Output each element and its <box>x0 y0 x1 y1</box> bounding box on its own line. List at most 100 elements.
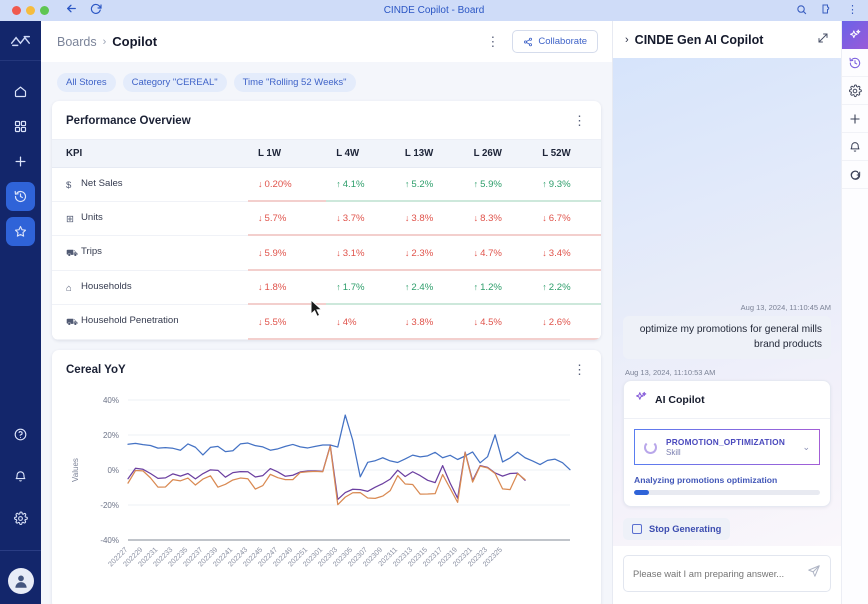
kpi-label: Net Sales <box>81 178 123 189</box>
arrow-down-icon: ↓ <box>542 317 547 327</box>
back-arrow-icon[interactable] <box>65 2 78 20</box>
search-icon[interactable] <box>796 2 807 20</box>
kpi-value: 3.8% <box>411 213 433 224</box>
chat-input-row[interactable] <box>623 555 831 592</box>
filter-chip-stores[interactable]: All Stores <box>57 73 116 92</box>
column-header-l52w: L 52W <box>532 140 601 168</box>
kpi-value-cell: ↓3.7% <box>326 202 395 236</box>
sidebar-item-home[interactable] <box>6 77 35 106</box>
kpi-label-cell: ⛟Household Penetration <box>52 305 248 340</box>
board-options-kebab[interactable]: ⋮ <box>486 34 500 50</box>
kpi-value: 2.3% <box>411 248 433 259</box>
extension-icon[interactable] <box>821 2 833 20</box>
right-icon-rail <box>841 21 868 604</box>
reload-icon[interactable] <box>90 2 102 20</box>
rail-item-notifications[interactable] <box>842 133 868 161</box>
kebab-menu-icon[interactable]: ⋮ <box>847 5 858 16</box>
app-logo[interactable] <box>0 21 41 61</box>
kpi-value: 2.2% <box>549 282 571 293</box>
arrow-up-icon: ↑ <box>336 179 341 189</box>
rail-item-chat[interactable] <box>842 161 868 189</box>
bell-icon <box>848 140 862 154</box>
kpi-value: 9.3% <box>549 179 571 190</box>
arrow-up-icon: ↑ <box>336 282 341 292</box>
kpi-value-cell: ↑5.9% <box>464 168 533 202</box>
sidebar-item-apps[interactable] <box>6 112 35 141</box>
minimize-window-button[interactable] <box>26 6 35 15</box>
sidebar-item-favorites[interactable] <box>6 217 35 246</box>
kpi-value: 5.9% <box>265 248 287 259</box>
rail-item-history[interactable] <box>842 49 868 77</box>
chevron-down-icon[interactable]: ⌄ <box>802 442 810 453</box>
chat-input[interactable] <box>633 568 801 579</box>
skill-selector[interactable]: PROMOTION_OPTIMIZATION Skill ⌄ <box>634 429 820 465</box>
table-row: ⛟Trips↓5.9%↓3.1%↓2.3%↓4.7%↓3.4% <box>52 236 601 271</box>
rail-item-ai-copilot[interactable] <box>842 21 868 49</box>
performance-overview-kebab[interactable]: ⋮ <box>573 113 587 129</box>
sidebar-divider <box>0 550 41 551</box>
arrow-up-icon: ↑ <box>542 282 547 292</box>
kpi-value: 4% <box>343 317 357 328</box>
collaborate-label: Collaborate <box>538 36 587 47</box>
y-axis-tick-label: 40% <box>103 396 119 405</box>
left-sidebar <box>0 21 41 604</box>
arrow-down-icon: ↓ <box>258 282 263 292</box>
kpi-value-cell: ↓2.3% <box>395 236 464 271</box>
cereal-yoy-kebab[interactable]: ⋮ <box>573 362 587 378</box>
sidebar-item-history[interactable] <box>6 182 35 211</box>
maximize-window-button[interactable] <box>40 6 49 15</box>
kpi-value-cell: ↓2.6% <box>532 305 601 340</box>
cereal-yoy-chart: 40%20%0%-20%-40%Values202227202229202231… <box>52 388 601 604</box>
y-axis-title: Values <box>71 458 80 482</box>
kpi-label-cell: ⊞Units <box>52 202 248 236</box>
arrow-down-icon: ↓ <box>405 317 410 327</box>
window-traffic-lights <box>12 6 49 15</box>
stop-generating-button[interactable]: Stop Generating <box>623 518 730 540</box>
close-window-button[interactable] <box>12 6 21 15</box>
column-header-l26w: L 26W <box>464 140 533 168</box>
expand-icon[interactable] <box>817 31 829 49</box>
sidebar-item-settings[interactable] <box>6 504 35 533</box>
performance-table: KPI L 1W L 4W L 13W L 26W L 52W $Net Sal… <box>52 139 601 340</box>
kpi-value: 5.2% <box>411 179 433 190</box>
performance-overview-card: Performance Overview ⋮ KPI L 1W L 4W L 1… <box>52 101 601 340</box>
arrow-down-icon: ↓ <box>474 248 479 258</box>
avatar[interactable] <box>8 568 34 594</box>
user-message-timestamp: Aug 13, 2024, 11:10:45 AM <box>623 303 831 312</box>
cart-icon: ⛟ <box>66 248 81 260</box>
filter-chip-bar: All Stores Category "CEREAL" Time "Rolli… <box>41 62 612 101</box>
arrow-down-icon: ↓ <box>336 248 341 258</box>
arrow-down-icon: ↓ <box>258 213 263 223</box>
arrow-down-icon: ↓ <box>542 213 547 223</box>
arrow-down-icon: ↓ <box>542 248 547 258</box>
kpi-value: 3.8% <box>411 317 433 328</box>
grid-icon <box>13 119 28 134</box>
breadcrumb-parent[interactable]: Boards <box>57 35 97 49</box>
history-icon <box>848 56 862 70</box>
sidebar-item-add[interactable] <box>6 147 35 176</box>
arrow-down-icon: ↓ <box>474 213 479 223</box>
history-icon <box>13 189 28 204</box>
chevron-right-icon[interactable]: › <box>625 34 629 46</box>
filter-chip-time[interactable]: Time "Rolling 52 Weeks" <box>234 73 356 92</box>
kpi-value: 1.7% <box>343 282 365 293</box>
kpi-value: 1.2% <box>480 282 502 293</box>
copilot-title: CINDE Gen AI Copilot <box>635 33 811 47</box>
plus-icon <box>13 154 28 169</box>
sidebar-item-notifications[interactable] <box>6 462 35 491</box>
main-content: Boards › Copilot ⋮ Collaborate All Store… <box>41 21 612 604</box>
rail-item-settings[interactable] <box>842 77 868 105</box>
collaborate-button[interactable]: Collaborate <box>512 30 598 53</box>
filter-chip-category[interactable]: Category "CEREAL" <box>123 73 227 92</box>
sidebar-item-help[interactable] <box>6 420 35 449</box>
rail-item-add[interactable] <box>842 105 868 133</box>
page-header: Boards › Copilot ⋮ Collaborate <box>41 21 612 62</box>
table-row: ⛟Household Penetration↓5.5%↓4%↓3.8%↓4.5%… <box>52 305 601 340</box>
grid-icon: ⊞ <box>66 214 81 225</box>
kpi-value-cell: ↓5.7% <box>248 202 326 236</box>
kpi-label: Households <box>81 281 132 292</box>
send-icon[interactable] <box>807 564 821 583</box>
arrow-down-icon: ↓ <box>474 317 479 327</box>
y-axis-tick-label: 20% <box>103 431 119 440</box>
cereal-yoy-title: Cereal YoY <box>66 364 126 376</box>
